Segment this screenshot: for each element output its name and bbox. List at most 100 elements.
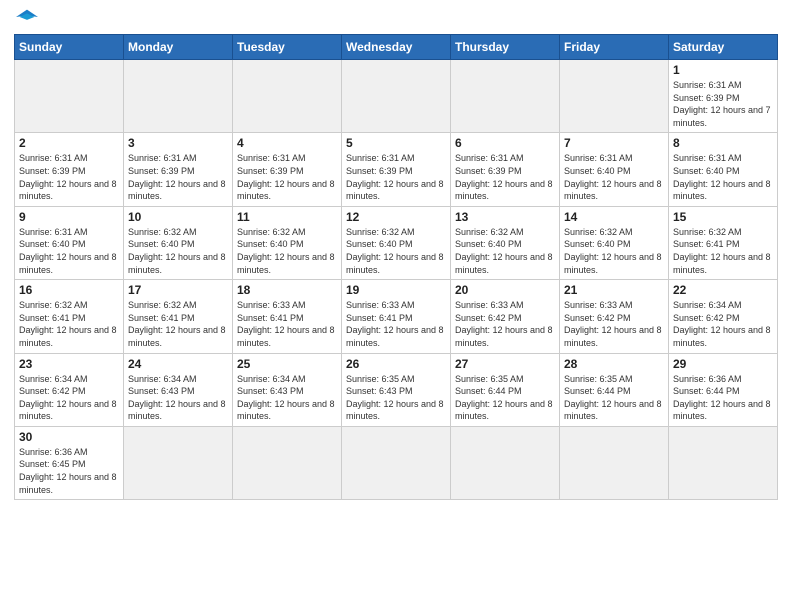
day-info: Sunrise: 6:34 AM Sunset: 6:42 PM Dayligh… <box>673 299 773 349</box>
calendar-cell: 9Sunrise: 6:31 AM Sunset: 6:40 PM Daylig… <box>15 206 124 279</box>
calendar-cell <box>124 426 233 499</box>
day-info: Sunrise: 6:32 AM Sunset: 6:41 PM Dayligh… <box>673 226 773 276</box>
day-number: 4 <box>237 136 337 150</box>
calendar-cell: 14Sunrise: 6:32 AM Sunset: 6:40 PM Dayli… <box>560 206 669 279</box>
day-info: Sunrise: 6:32 AM Sunset: 6:40 PM Dayligh… <box>564 226 664 276</box>
day-info: Sunrise: 6:34 AM Sunset: 6:43 PM Dayligh… <box>128 373 228 423</box>
weekday-sunday: Sunday <box>15 35 124 60</box>
calendar-cell: 7Sunrise: 6:31 AM Sunset: 6:40 PM Daylig… <box>560 133 669 206</box>
day-number: 30 <box>19 430 119 444</box>
calendar-cell: 28 Sunrise: 6:35 AM Sunset: 6:44 PM Dayli… <box>560 353 669 426</box>
calendar-cell: 21Sunrise: 6:33 AM Sunset: 6:42 PM Dayli… <box>560 280 669 353</box>
calendar-week-0: 1 Sunrise: 6:31 AM Sunset: 6:39 PM Daylig… <box>15 60 778 133</box>
day-number: 12 <box>346 210 446 224</box>
day-info: Sunrise: 6:34 AM Sunset: 6:42 PM Dayligh… <box>19 373 119 423</box>
calendar-cell: 5 Sunrise: 6:31 AM Sunset: 6:39 PM Daylig… <box>342 133 451 206</box>
day-info: Sunrise: 6:36 AM Sunset: 6:45 PM Dayligh… <box>19 446 119 496</box>
calendar-cell <box>233 426 342 499</box>
day-info: Sunrise: 6:31 AM Sunset: 6:40 PM Dayligh… <box>564 152 664 202</box>
day-number: 6 <box>455 136 555 150</box>
day-number: 24 <box>128 357 228 371</box>
calendar-cell <box>342 60 451 133</box>
calendar-cell: 16 Sunrise: 6:32 AM Sunset: 6:41 PM Dayli… <box>15 280 124 353</box>
logo <box>14 10 38 28</box>
calendar-cell <box>451 426 560 499</box>
calendar-cell: 25 Sunrise: 6:34 AM Sunset: 6:43 PM Dayli… <box>233 353 342 426</box>
day-info: Sunrise: 6:32 AM Sunset: 6:41 PM Dayligh… <box>128 299 228 349</box>
day-info: Sunrise: 6:32 AM Sunset: 6:41 PM Dayligh… <box>19 299 119 349</box>
calendar-cell <box>233 60 342 133</box>
calendar-cell: 13 Sunrise: 6:32 AM Sunset: 6:40 PM Dayli… <box>451 206 560 279</box>
day-number: 13 <box>455 210 555 224</box>
calendar-week-2: 9Sunrise: 6:31 AM Sunset: 6:40 PM Daylig… <box>15 206 778 279</box>
logo-bird-icon <box>16 8 38 26</box>
calendar-cell: 27 Sunrise: 6:35 AM Sunset: 6:44 PM Dayli… <box>451 353 560 426</box>
weekday-monday: Monday <box>124 35 233 60</box>
day-number: 17 <box>128 283 228 297</box>
calendar-table: SundayMondayTuesdayWednesdayThursdayFrid… <box>14 34 778 500</box>
day-info: Sunrise: 6:33 AM Sunset: 6:41 PM Dayligh… <box>237 299 337 349</box>
day-info: Sunrise: 6:36 AM Sunset: 6:44 PM Dayligh… <box>673 373 773 423</box>
calendar-cell: 23Sunrise: 6:34 AM Sunset: 6:42 PM Dayli… <box>15 353 124 426</box>
day-number: 20 <box>455 283 555 297</box>
calendar-cell: 18 Sunrise: 6:33 AM Sunset: 6:41 PM Dayli… <box>233 280 342 353</box>
page: SundayMondayTuesdayWednesdayThursdayFrid… <box>0 0 792 612</box>
calendar-cell: 24 Sunrise: 6:34 AM Sunset: 6:43 PM Dayli… <box>124 353 233 426</box>
day-number: 29 <box>673 357 773 371</box>
calendar-cell: 15 Sunrise: 6:32 AM Sunset: 6:41 PM Dayli… <box>669 206 778 279</box>
day-info: Sunrise: 6:35 AM Sunset: 6:44 PM Dayligh… <box>455 373 555 423</box>
day-info: Sunrise: 6:31 AM Sunset: 6:39 PM Dayligh… <box>346 152 446 202</box>
day-number: 5 <box>346 136 446 150</box>
day-number: 1 <box>673 63 773 77</box>
calendar-cell: 11 Sunrise: 6:32 AM Sunset: 6:40 PM Dayli… <box>233 206 342 279</box>
day-info: Sunrise: 6:32 AM Sunset: 6:40 PM Dayligh… <box>237 226 337 276</box>
calendar-week-4: 23Sunrise: 6:34 AM Sunset: 6:42 PM Dayli… <box>15 353 778 426</box>
calendar-cell: 17 Sunrise: 6:32 AM Sunset: 6:41 PM Dayli… <box>124 280 233 353</box>
calendar-cell <box>15 60 124 133</box>
calendar-cell: 22 Sunrise: 6:34 AM Sunset: 6:42 PM Dayli… <box>669 280 778 353</box>
calendar-cell: 1 Sunrise: 6:31 AM Sunset: 6:39 PM Daylig… <box>669 60 778 133</box>
weekday-wednesday: Wednesday <box>342 35 451 60</box>
calendar-cell: 29 Sunrise: 6:36 AM Sunset: 6:44 PM Dayli… <box>669 353 778 426</box>
calendar-cell <box>342 426 451 499</box>
calendar-cell: 19 Sunrise: 6:33 AM Sunset: 6:41 PM Dayli… <box>342 280 451 353</box>
day-number: 10 <box>128 210 228 224</box>
calendar-cell: 2Sunrise: 6:31 AM Sunset: 6:39 PM Daylig… <box>15 133 124 206</box>
calendar-cell <box>669 426 778 499</box>
day-number: 25 <box>237 357 337 371</box>
calendar-cell: 8 Sunrise: 6:31 AM Sunset: 6:40 PM Daylig… <box>669 133 778 206</box>
calendar-week-3: 16 Sunrise: 6:32 AM Sunset: 6:41 PM Dayli… <box>15 280 778 353</box>
day-number: 19 <box>346 283 446 297</box>
day-number: 27 <box>455 357 555 371</box>
day-info: Sunrise: 6:33 AM Sunset: 6:41 PM Dayligh… <box>346 299 446 349</box>
day-number: 26 <box>346 357 446 371</box>
day-number: 8 <box>673 136 773 150</box>
day-info: Sunrise: 6:35 AM Sunset: 6:44 PM Dayligh… <box>564 373 664 423</box>
weekday-saturday: Saturday <box>669 35 778 60</box>
day-info: Sunrise: 6:32 AM Sunset: 6:40 PM Dayligh… <box>128 226 228 276</box>
calendar-cell <box>124 60 233 133</box>
day-number: 18 <box>237 283 337 297</box>
calendar-cell: 12Sunrise: 6:32 AM Sunset: 6:40 PM Dayli… <box>342 206 451 279</box>
calendar-cell: 30 Sunrise: 6:36 AM Sunset: 6:45 PM Dayli… <box>15 426 124 499</box>
day-info: Sunrise: 6:32 AM Sunset: 6:40 PM Dayligh… <box>455 226 555 276</box>
day-number: 28 <box>564 357 664 371</box>
calendar-cell: 10 Sunrise: 6:32 AM Sunset: 6:40 PM Dayli… <box>124 206 233 279</box>
day-number: 2 <box>19 136 119 150</box>
calendar-week-5: 30 Sunrise: 6:36 AM Sunset: 6:45 PM Dayli… <box>15 426 778 499</box>
day-info: Sunrise: 6:31 AM Sunset: 6:39 PM Dayligh… <box>673 79 773 129</box>
day-info: Sunrise: 6:31 AM Sunset: 6:39 PM Dayligh… <box>128 152 228 202</box>
calendar-cell <box>560 60 669 133</box>
header <box>14 10 778 28</box>
day-number: 15 <box>673 210 773 224</box>
day-info: Sunrise: 6:31 AM Sunset: 6:40 PM Dayligh… <box>19 226 119 276</box>
day-number: 22 <box>673 283 773 297</box>
weekday-thursday: Thursday <box>451 35 560 60</box>
day-info: Sunrise: 6:34 AM Sunset: 6:43 PM Dayligh… <box>237 373 337 423</box>
day-number: 16 <box>19 283 119 297</box>
day-number: 11 <box>237 210 337 224</box>
day-info: Sunrise: 6:31 AM Sunset: 6:40 PM Dayligh… <box>673 152 773 202</box>
day-info: Sunrise: 6:31 AM Sunset: 6:39 PM Dayligh… <box>455 152 555 202</box>
weekday-friday: Friday <box>560 35 669 60</box>
calendar-week-1: 2 Sunrise: 6:31 AM Sunset: 6:39 PM Daylig… <box>15 133 778 206</box>
